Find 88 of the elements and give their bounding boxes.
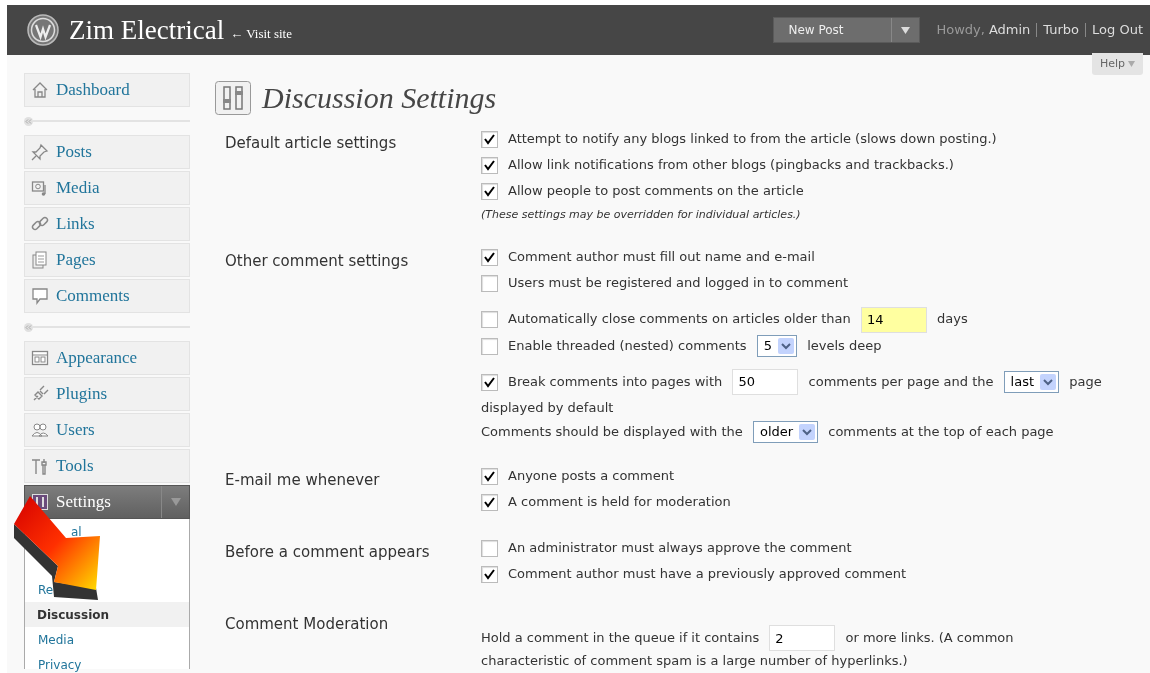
pages-icon: [31, 251, 49, 269]
checkbox[interactable]: [481, 468, 498, 485]
number-input-field[interactable]: 50: [732, 369, 799, 395]
checkbox[interactable]: [481, 337, 498, 355]
settings-sliders-icon: [215, 80, 251, 115]
option-label: days: [937, 311, 968, 326]
option-label: Break comments into pages with: [508, 373, 723, 389]
option-label: comments at the top of each page: [828, 423, 1054, 439]
users-icon: [31, 421, 49, 439]
dropdown-select[interactable]: 5: [756, 335, 797, 357]
option-label: comments per page and the: [808, 373, 994, 389]
dropdown-select[interactable]: last: [1003, 371, 1060, 393]
section-label: Comment Moderation: [224, 614, 390, 635]
option-label: A comment is held for moderation: [508, 494, 731, 509]
option-label: Attempt to notify any blogs linked to from the article (slows down posting.): [508, 131, 997, 146]
sidebar-menu-item[interactable]: Dashboard: [24, 73, 190, 107]
option-label: characteristic of comment spam is a large number of hyperlinks.): [481, 653, 908, 668]
dropdown-arrow-icon: [901, 26, 911, 34]
sidebar-menu-item[interactable]: Media: [24, 171, 190, 205]
header-link[interactable]: Turbo: [1043, 20, 1080, 40]
option-label: Comment author must have a previously approved comment: [508, 566, 907, 581]
media-icon: [31, 179, 49, 197]
visit-site-link[interactable]: ← Visit site: [230, 24, 292, 44]
sidebar-menu-item[interactable]: Posts: [24, 135, 190, 169]
option-label: Comments should be displayed with the: [481, 423, 743, 439]
help-button[interactable]: Help: [1091, 53, 1143, 75]
checkbox[interactable]: [481, 494, 498, 511]
option-label: An administrator must always approve the comment: [508, 540, 852, 555]
tools-icon: [31, 457, 49, 475]
appearance-icon: [31, 349, 49, 367]
note-text: (These settings may be overridden for individual articles.): [481, 208, 801, 221]
section-label: Other comment settings: [224, 251, 410, 272]
checkbox[interactable]: [481, 131, 498, 148]
sidebar-menu-item[interactable]: Comments: [24, 279, 190, 313]
checkbox[interactable]: [481, 157, 498, 174]
comment-bubble-icon: [31, 287, 49, 305]
submenu-item[interactable]: Privacy: [37, 655, 83, 673]
dropdown-arrow-icon: [1128, 61, 1135, 67]
checkbox[interactable]: [481, 566, 498, 583]
number-input-field[interactable]: 2: [769, 625, 836, 651]
option-label: Hold a comment in the queue if it contains: [481, 629, 760, 645]
sidebar-menu-item[interactable]: Tools: [24, 449, 190, 483]
checkbox[interactable]: [481, 373, 498, 391]
option-label: Users must be registered and logged in to comment: [508, 275, 849, 290]
page-title: Discussion Settings: [262, 80, 497, 116]
option-label: Allow people to post comments on the article: [508, 183, 804, 198]
option-label: Comment author must fill out name and e-mail: [508, 249, 815, 264]
sidebar-menu-item[interactable]: Pages: [24, 243, 190, 277]
site-title: Zim Electrical: [69, 13, 225, 47]
option-label: page: [1069, 373, 1102, 389]
chevron-down-icon: [1040, 374, 1057, 390]
submenu-item[interactable]: Media: [37, 630, 76, 649]
option-label: displayed by default: [481, 400, 614, 415]
section-label: Before a comment appears: [224, 542, 431, 563]
submenu-item[interactable]: Re: [37, 580, 55, 599]
number-input-field[interactable]: 14: [860, 306, 927, 333]
user-link[interactable]: Admin: [988, 20, 1031, 40]
option-label: Allow link notifications from other blogs (pingbacks and trackbacks.): [508, 157, 954, 172]
section-label: E-mail me whenever: [224, 470, 381, 491]
header-link[interactable]: Log Out: [1092, 20, 1143, 40]
wordpress-logo-icon: [27, 14, 59, 46]
checkbox[interactable]: [481, 275, 498, 292]
checkbox[interactable]: [481, 311, 498, 328]
home-icon: [31, 81, 49, 99]
dropdown-select[interactable]: older: [752, 421, 819, 443]
new-post-button[interactable]: New Post: [773, 17, 921, 43]
submenu-item[interactable]: al: [70, 522, 83, 541]
checkbox[interactable]: [481, 540, 498, 557]
pushpin-icon: [31, 143, 49, 161]
sidebar-menu-item[interactable]: Settings: [24, 485, 190, 519]
greeting-text: Howdy,: [936, 21, 985, 40]
submenu-item[interactable]: Discussion: [25, 602, 189, 627]
option-label: Enable threaded (nested) comments: [508, 337, 747, 353]
sidebar-menu-item[interactable]: Plugins: [24, 377, 190, 411]
sidebar-menu-item[interactable]: Links: [24, 207, 190, 241]
section-label: Default article settings: [224, 133, 398, 154]
sidebar-menu-item[interactable]: Users: [24, 413, 190, 447]
option-label: or more links. (A common: [845, 629, 1014, 645]
option-label: levels deep: [807, 337, 882, 353]
checkbox[interactable]: [481, 183, 498, 200]
option-label: Automatically close comments on articles older than: [508, 311, 851, 326]
chevron-down-icon: [799, 424, 816, 440]
option-label: Anyone posts a comment: [508, 468, 674, 483]
plug-icon: [31, 385, 49, 403]
checkbox[interactable]: [481, 249, 498, 266]
sidebar-menu-item[interactable]: Appearance: [24, 341, 190, 375]
chevron-down-icon: [778, 338, 794, 354]
link-icon: [31, 215, 49, 233]
